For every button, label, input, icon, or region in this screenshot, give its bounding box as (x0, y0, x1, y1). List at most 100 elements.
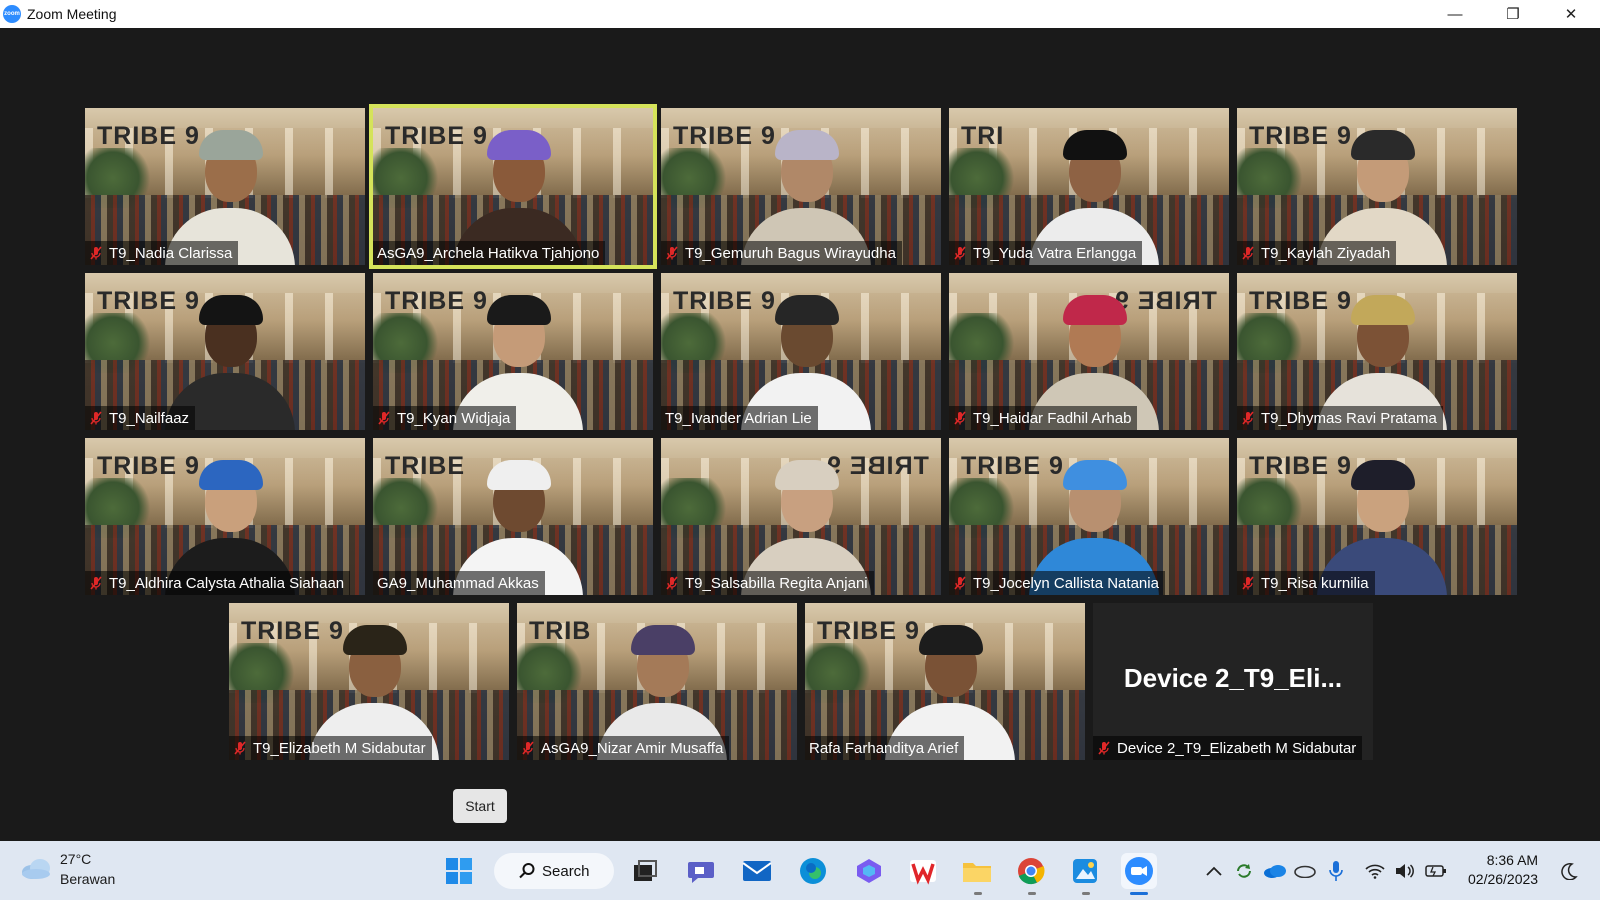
chevron-up-icon[interactable] (1203, 855, 1225, 887)
participant-name: AsGA9_Nizar Amir Musaffa (541, 739, 724, 757)
participant-video (1059, 460, 1129, 540)
system-clock[interactable]: 8:36 AM 02/26/2023 (1468, 851, 1538, 889)
muted-mic-icon (1098, 741, 1110, 755)
participant-name-bar: T9_Dhymas Ravi Pratama (1237, 406, 1443, 430)
search-label: Search (542, 862, 590, 880)
chrome-icon[interactable] (1013, 853, 1049, 889)
restore-button[interactable]: ❐ (1484, 0, 1542, 28)
participant-tile[interactable]: TRIBE 9 T9_Kyan Widjaja (373, 273, 653, 430)
participant-tile[interactable]: TRIBE 9 T9_Jocelyn Callista Natania (949, 438, 1229, 595)
participant-name: T9_Nadia Clarissa (109, 244, 233, 262)
tribe-brand-text: TRIBE 9 (385, 287, 488, 315)
participant-tile[interactable]: TRIBE 9 T9_Ivander Adrian Lie (661, 273, 941, 430)
participant-name-bar: T9_Kyan Widjaja (373, 406, 517, 430)
participant-video (339, 625, 409, 705)
participant-name-bar: T9_Gemuruh Bagus Wirayudha (661, 241, 902, 265)
participant-video (1059, 295, 1129, 375)
copilot-icon[interactable] (851, 853, 887, 889)
participant-name-bar: T9_Nailfaaz (85, 406, 196, 430)
tribe-brand-text: TRIBE 9 (1249, 452, 1352, 480)
participant-tile[interactable]: TRIBE 9 T9_Dhymas Ravi Pratama (1237, 273, 1517, 430)
photos-icon[interactable] (1067, 853, 1103, 889)
tribe-brand-text: TRIBE 9 (385, 122, 488, 150)
tribe-brand-text: TRIBE 9 (826, 452, 929, 480)
zoom-taskbar-icon[interactable] (1121, 853, 1157, 889)
participant-name: T9_Yuda Vatra Erlangga (973, 244, 1137, 262)
speaker-icon[interactable] (1394, 855, 1416, 887)
do-not-disturb-moon-icon[interactable] (1556, 855, 1582, 887)
wifi-icon[interactable] (1364, 855, 1386, 887)
file-explorer-icon[interactable] (959, 853, 995, 889)
participant-tile[interactable]: TRIBE 9 T9_Kaylah Ziyadah (1237, 108, 1517, 265)
participant-tile[interactable]: TRIBE 9 T9_Aldhira Calysta Athalia Siaha… (85, 438, 365, 595)
participant-video (1347, 130, 1417, 210)
participant-tile[interactable]: TRI T9_Yuda Vatra Erlangga (949, 108, 1229, 265)
participant-tile[interactable]: Device 2_T9_Eli... Device 2_T9_Elizabeth… (1093, 603, 1373, 760)
participant-tile[interactable]: TRIBE 9 T9_Gemuruh Bagus Wirayudha (661, 108, 941, 265)
cloud-sync-icon[interactable] (1292, 855, 1318, 887)
title-bar: zoom Zoom Meeting — ❐ ✕ (0, 0, 1600, 28)
muted-mic-icon (378, 411, 390, 425)
running-indicator-chrome (1028, 892, 1036, 895)
participant-name-bar: Rafa Farhanditya Arief (805, 736, 965, 760)
participant-tile[interactable]: TRIBE 9 T9_Nadia Clarissa (85, 108, 365, 265)
tribe-brand-text: TRIBE (385, 452, 465, 480)
close-button[interactable]: ✕ (1542, 0, 1600, 28)
participant-name: T9_Ivander Adrian Lie (665, 409, 812, 427)
muted-mic-icon (666, 246, 678, 260)
wps-office-icon[interactable] (905, 853, 941, 889)
participant-tile[interactable]: TRIB AsGA9_Nizar Amir Musaffa (517, 603, 797, 760)
windows-start-icon[interactable] (441, 853, 477, 889)
participant-name-bar: T9_Salsabilla Regita Anjani (661, 571, 874, 595)
participant-name-bar: T9_Kaylah Ziyadah (1237, 241, 1397, 265)
sync-icon[interactable] (1232, 855, 1256, 887)
window-controls: — ❐ ✕ (1426, 0, 1600, 28)
weather-widget[interactable]: 27°C Berawan (20, 849, 115, 889)
participant-tile[interactable]: TRIBE 9 Rafa Farhanditya Arief (805, 603, 1085, 760)
taskbar-search[interactable]: Search (494, 853, 614, 889)
participant-name-bar: T9_Elizabeth M Sidabutar (229, 736, 432, 760)
participant-name-bar: AsGA9_Archela Hatikva Tjahjono (373, 241, 606, 265)
muted-mic-icon (954, 411, 966, 425)
participant-tile[interactable]: TRIBE 9 T9_Risa kurnilia (1237, 438, 1517, 595)
tribe-brand-text: TRIBE 9 (241, 617, 344, 645)
minimize-button[interactable]: — (1426, 0, 1484, 28)
participant-tile[interactable]: TRIBE GA9_Muhammad Akkas (373, 438, 653, 595)
participant-tile[interactable]: TRIBE 9 AsGA9_Archela Hatikva Tjahjono (369, 104, 657, 269)
tribe-brand-text: TRIBE 9 (817, 617, 920, 645)
participant-tile[interactable]: TRIBE 9 T9_Elizabeth M Sidabutar (229, 603, 509, 760)
zoom-app-icon: zoom (3, 5, 21, 23)
window-title: Zoom Meeting (27, 6, 117, 22)
edge-browser-icon[interactable] (795, 853, 831, 889)
participant-video (627, 625, 697, 705)
participant-name: AsGA9_Archela Hatikva Tjahjono (377, 244, 600, 262)
participant-tile[interactable]: TRIBE 9 T9_Salsabilla Regita Anjani (661, 438, 941, 595)
video-gallery: TRIBE 9 T9_Nadia Clarissa TRIBE 9 AsGA9_… (0, 28, 1600, 841)
microphone-icon[interactable] (1326, 855, 1346, 887)
muted-mic-icon (90, 411, 102, 425)
participant-name: T9_Salsabilla Regita Anjani (685, 574, 868, 592)
participant-video (483, 130, 553, 210)
mail-icon[interactable] (739, 853, 775, 889)
start-button[interactable]: Start (453, 789, 507, 823)
tribe-brand-text: TRI (961, 122, 1005, 150)
participant-name-bar: T9_Aldhira Calysta Athalia Siahaan (85, 571, 351, 595)
participant-name-bar: T9_Jocelyn Callista Natania (949, 571, 1165, 595)
task-view-icon[interactable] (627, 853, 663, 889)
muted-mic-icon (954, 576, 966, 590)
tribe-brand-text: TRIBE 9 (961, 452, 1064, 480)
participant-name-bar: T9_Haidar Fadhil Arhab (949, 406, 1138, 430)
muted-mic-icon (1242, 411, 1254, 425)
participant-tile[interactable]: TRIBE 9 T9_Nailfaaz (85, 273, 365, 430)
participant-video (483, 460, 553, 540)
battery-icon[interactable] (1424, 855, 1448, 887)
participant-tile[interactable]: TRIBE 9 T9_Haidar Fadhil Arhab (949, 273, 1229, 430)
muted-mic-icon (522, 741, 534, 755)
participant-video (195, 295, 265, 375)
device-name-label: Device 2_T9_Eli... (1123, 663, 1343, 693)
participant-name-bar: Device 2_T9_Elizabeth M Sidabutar (1093, 736, 1363, 760)
participant-name: GA9_Muhammad Akkas (377, 574, 539, 592)
onedrive-icon[interactable] (1262, 855, 1288, 887)
participant-name: T9_Kaylah Ziyadah (1261, 244, 1391, 262)
chat-icon[interactable] (683, 853, 719, 889)
